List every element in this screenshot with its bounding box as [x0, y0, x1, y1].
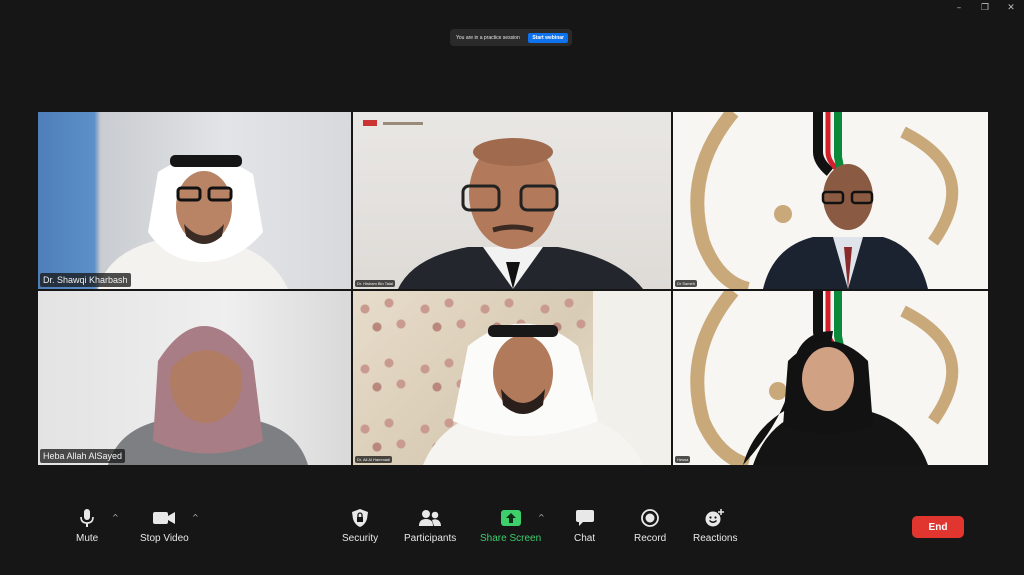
- people-icon: [419, 509, 442, 527]
- video-tile[interactable]: Hessa: [673, 291, 988, 465]
- record-button[interactable]: Record: [634, 509, 666, 544]
- video-camera-icon: [153, 509, 176, 527]
- security-button[interactable]: Security: [342, 509, 378, 544]
- shield-icon: [352, 509, 369, 527]
- end-meeting-button[interactable]: End: [912, 516, 964, 538]
- mute-label: Mute: [76, 533, 99, 544]
- close-icon[interactable]: ✕: [1004, 2, 1018, 14]
- participant-name: Dr. Shawqi Kharbash: [40, 273, 131, 287]
- banner-text: You are in a practice session: [456, 34, 520, 41]
- video-tile[interactable]: Heba Allah AlSayed: [38, 291, 351, 465]
- mute-button[interactable]: Mute: [76, 509, 98, 544]
- video-gallery: Dr. Shawqi Kharbash Dr. Hisham Bin Talal: [38, 112, 988, 465]
- participant-video: [690, 291, 959, 465]
- participant-name: Dr Sameh: [675, 280, 698, 287]
- chevron-up-icon[interactable]: ^: [538, 513, 545, 522]
- chevron-up-icon[interactable]: ^: [112, 513, 119, 522]
- reactions-label: Reactions: [693, 533, 738, 544]
- restore-icon[interactable]: ❐: [978, 2, 992, 14]
- record-label: Record: [634, 533, 667, 544]
- share-screen-icon: [500, 509, 521, 527]
- practice-session-banner: You are in a practice session Start webi…: [450, 29, 572, 46]
- participant-name: Dr. Hisham Bin Talal: [355, 280, 395, 287]
- participant-name: Heba Allah AlSayed: [40, 449, 126, 463]
- share-screen-label: Share Screen: [480, 533, 542, 544]
- participant-video: [108, 326, 308, 465]
- video-tile[interactable]: Dr. Hisham Bin Talal: [353, 112, 671, 289]
- chevron-up-icon[interactable]: ^: [192, 513, 199, 522]
- participants-label: Participants: [404, 533, 457, 544]
- participant-video: [363, 120, 643, 289]
- window-controls: – ❐ ✕: [952, 2, 1018, 14]
- minimize-icon[interactable]: –: [952, 2, 966, 14]
- participants-button[interactable]: Participants: [404, 509, 456, 544]
- start-webinar-button[interactable]: Start webinar: [528, 32, 568, 43]
- stop-video-button[interactable]: Stop Video: [140, 509, 189, 544]
- participant-name: Hessa: [675, 456, 691, 463]
- chat-bubble-icon: [575, 509, 594, 527]
- record-icon: [641, 509, 660, 527]
- participant-video: [690, 112, 959, 289]
- participant-name: Dr. Ali Al Hammadi: [355, 456, 393, 463]
- chat-label: Chat: [574, 533, 596, 544]
- microphone-icon: [80, 509, 94, 527]
- share-screen-button[interactable]: Share Screen: [480, 509, 541, 544]
- participant-video: [423, 291, 671, 465]
- security-label: Security: [342, 533, 379, 544]
- stop-video-label: Stop Video: [140, 533, 189, 544]
- video-tile[interactable]: Dr Sameh: [673, 112, 988, 289]
- smiley-plus-icon: [705, 509, 725, 527]
- reactions-button[interactable]: Reactions: [693, 509, 737, 544]
- chat-button[interactable]: Chat: [574, 509, 595, 544]
- video-tile[interactable]: Dr. Shawqi Kharbash: [38, 112, 351, 289]
- video-tile[interactable]: Dr. Ali Al Hammadi: [353, 291, 671, 465]
- meeting-controls: Mute ^ Stop Video ^ Security Participant…: [52, 505, 972, 551]
- meeting-window: – ❐ ✕ You are in a practice session Star…: [0, 0, 1024, 575]
- participant-video: [98, 155, 288, 289]
